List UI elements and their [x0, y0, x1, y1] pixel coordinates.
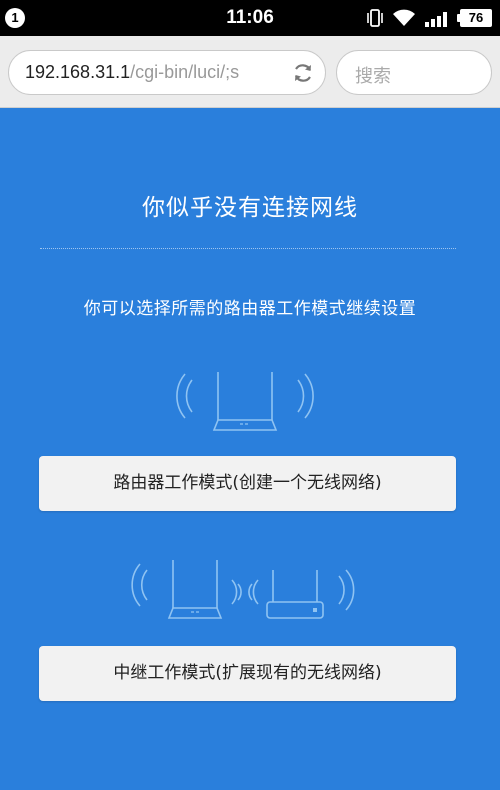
router-mode-button[interactable]: 路由器工作模式(创建一个无线网络)	[39, 456, 456, 511]
search-placeholder: 搜索	[355, 66, 391, 87]
router-icon	[176, 372, 314, 431]
setup-page: 你似乎没有连接网线 你可以选择所需的路由器工作模式继续设置 路由器工作模式(创建…	[0, 108, 500, 790]
url-path: /cgi-bin/luci/;s	[130, 62, 240, 82]
status-icons: 76	[366, 6, 492, 30]
repeater-icon	[131, 560, 355, 619]
search-box[interactable]: 搜索	[336, 50, 492, 95]
reload-icon[interactable]	[291, 61, 315, 85]
browser-toolbar: 192.168.31.1/cgi-bin/luci/;s 搜索	[0, 36, 500, 108]
dotted-divider	[40, 248, 456, 249]
status-bar: 1 11:06 76	[0, 0, 500, 36]
page-subtitle: 你可以选择所需的路由器工作模式继续设置	[83, 299, 417, 319]
battery-icon: 76	[457, 9, 492, 27]
signal-icon	[425, 12, 447, 27]
url-host: 192.168.31.1	[25, 62, 131, 82]
wifi-icon	[393, 9, 415, 26]
url-text[interactable]: 192.168.31.1/cgi-bin/luci/;s	[25, 62, 283, 83]
repeater-mode-button[interactable]: 中继工作模式(扩展现有的无线网络)	[39, 646, 456, 701]
address-bar[interactable]: 192.168.31.1/cgi-bin/luci/;s	[8, 50, 326, 95]
vibrate-icon	[367, 9, 383, 27]
page-title: 你似乎没有连接网线	[142, 195, 358, 221]
